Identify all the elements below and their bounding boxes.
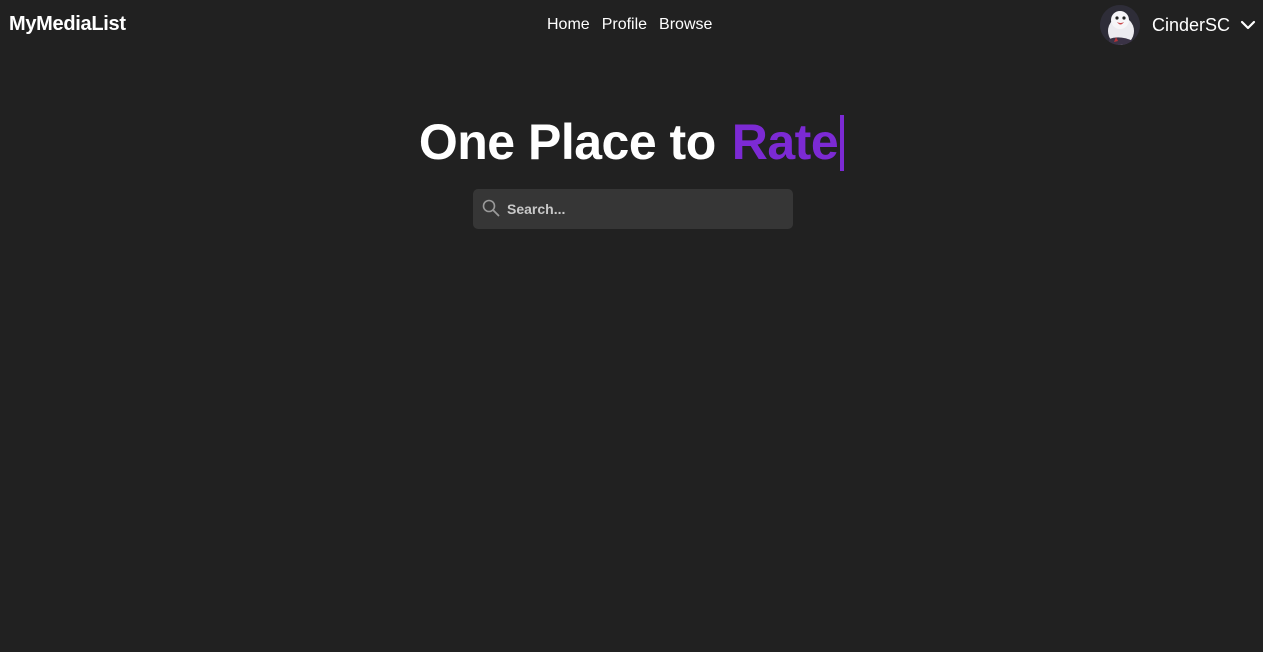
hero-static-text: One Place to (418, 114, 716, 170)
navbar: MyMediaList Home Profile Browse CinderSC (0, 0, 1263, 50)
nav-links: Home Profile Browse (547, 16, 712, 34)
penguin-avatar-icon (1099, 5, 1140, 45)
username[interactable]: CinderSC (1152, 15, 1230, 36)
hero-title: One Place to Rate (0, 112, 1263, 172)
user-menu[interactable]: CinderSC (1099, 3, 1259, 47)
search-box[interactable] (473, 189, 793, 229)
brand-logo[interactable]: MyMediaList (9, 13, 126, 36)
hero-animated-word: Rate (731, 114, 839, 170)
search-icon (482, 199, 500, 217)
chevron-down-icon[interactable] (1240, 17, 1256, 33)
avatar[interactable] (1099, 5, 1140, 45)
nav-link-home[interactable]: Home (547, 16, 590, 34)
nav-link-browse[interactable]: Browse (659, 16, 712, 34)
search-input[interactable] (507, 189, 787, 229)
nav-link-profile[interactable]: Profile (602, 16, 647, 34)
typing-caret (840, 115, 845, 171)
